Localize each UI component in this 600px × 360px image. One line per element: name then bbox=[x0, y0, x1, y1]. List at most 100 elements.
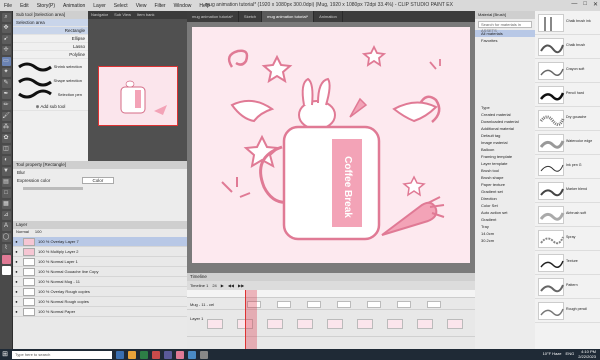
material-control[interactable]: Auto action set bbox=[475, 209, 535, 216]
eraser-tool-icon[interactable]: ◫ bbox=[1, 145, 11, 154]
minimize-button[interactable]: — bbox=[571, 1, 577, 8]
frame-thumb[interactable] bbox=[207, 319, 223, 329]
timeline-track-row[interactable]: Layer 1 bbox=[187, 313, 475, 337]
weather-text[interactable]: 10°F Haze bbox=[543, 352, 562, 357]
task-view-icon[interactable] bbox=[116, 350, 124, 359]
material-filter-row[interactable]: Brush shape bbox=[475, 174, 535, 181]
material-list-item[interactable]: Pencil hard bbox=[535, 83, 600, 107]
frame-thumb[interactable] bbox=[447, 319, 463, 329]
eye-icon[interactable]: ● bbox=[13, 269, 20, 274]
material-list-item[interactable]: Rough pencil bbox=[535, 299, 600, 323]
frame-tool-icon[interactable]: ▦ bbox=[1, 200, 11, 209]
layer-blend-row[interactable]: Normal 100 bbox=[13, 229, 187, 237]
canvas-tab[interactable]: Animation bbox=[314, 11, 343, 22]
material-list-item[interactable]: Marker blend bbox=[535, 179, 600, 203]
timeline-ruler[interactable] bbox=[187, 290, 475, 298]
timeline-playhead[interactable] bbox=[245, 290, 257, 349]
menu-window[interactable]: Window bbox=[170, 3, 196, 9]
timeline-cell[interactable] bbox=[307, 301, 321, 308]
material-control[interactable]: 14.0cm bbox=[475, 230, 535, 237]
fill-tool-icon[interactable]: ▼ bbox=[1, 167, 11, 176]
expression-select[interactable]: Color bbox=[81, 177, 115, 184]
toolprop-slider-row[interactable] bbox=[13, 185, 187, 193]
material-list-item[interactable]: Airbrush soft bbox=[535, 203, 600, 227]
eye-icon[interactable]: ● bbox=[13, 279, 20, 284]
frame-thumb[interactable] bbox=[267, 319, 283, 329]
layer-row[interactable]: ● 100 % Overlay Rough copies bbox=[13, 287, 187, 297]
app-icon[interactable] bbox=[188, 350, 196, 359]
auto-select-icon[interactable]: ✦ bbox=[1, 68, 11, 77]
frame-rate[interactable]: 24 bbox=[212, 283, 216, 288]
main-color-swatch[interactable] bbox=[1, 255, 11, 264]
timeline-name[interactable]: Timeline 1 bbox=[190, 283, 208, 288]
material-control[interactable]: 30.2cm bbox=[475, 237, 535, 244]
subtool-item-shape-selection[interactable]: Shape selection bbox=[17, 75, 84, 87]
expression-color-row[interactable]: Expression color Color bbox=[13, 177, 187, 185]
subtool-item-selection-pen[interactable]: Selection pen bbox=[17, 89, 84, 101]
selection-tool-icon[interactable]: ▭ bbox=[1, 57, 11, 66]
menu-edit[interactable]: Edit bbox=[16, 3, 33, 9]
material-item[interactable]: All materials bbox=[475, 30, 535, 37]
close-button[interactable]: ✕ bbox=[593, 1, 598, 8]
frame-thumb[interactable] bbox=[417, 319, 433, 329]
brush-tool-icon[interactable]: 🖌 bbox=[1, 112, 11, 121]
subtool-item-shrink-selection[interactable]: Shrink selection bbox=[17, 61, 84, 73]
frame-thumb[interactable] bbox=[357, 319, 373, 329]
material-control[interactable]: Gradient bbox=[475, 216, 535, 223]
frame-thumb[interactable] bbox=[387, 319, 403, 329]
frame-thumb[interactable] bbox=[297, 319, 313, 329]
play-icon[interactable]: ▶ bbox=[221, 283, 224, 288]
canvas-tab[interactable]: Sketch bbox=[239, 11, 263, 22]
layer-row[interactable]: ● 100 % Overlay Layer 7 bbox=[13, 237, 187, 247]
sub-color-swatch[interactable] bbox=[1, 266, 11, 275]
eye-icon[interactable]: ● bbox=[13, 259, 20, 264]
material-control[interactable]: Direction bbox=[475, 195, 535, 202]
eye-icon[interactable]: ● bbox=[13, 289, 20, 294]
material-list-item[interactable]: Pattern bbox=[535, 275, 600, 299]
material-list-item[interactable]: Chalk brush bbox=[535, 35, 600, 59]
subtool-item-polyline[interactable]: Polyline bbox=[13, 51, 88, 59]
layer-row[interactable]: ● 100 % Normal Rough copies bbox=[13, 297, 187, 307]
layer-row[interactable]: ● 100 % Normal Paper bbox=[13, 307, 187, 317]
prev-frame-icon[interactable]: ◀◀ bbox=[228, 283, 234, 288]
maximize-button[interactable]: □ bbox=[583, 1, 587, 8]
menu-view[interactable]: View bbox=[132, 3, 151, 9]
decoration-tool-icon[interactable]: ✿ bbox=[1, 134, 11, 143]
airbrush-tool-icon[interactable]: ⁂ bbox=[1, 123, 11, 132]
subtool-item-lasso[interactable]: Lasso bbox=[13, 43, 88, 51]
layer-row[interactable]: ● 100 % Normal Mug - 11 bbox=[13, 277, 187, 287]
balloon-tool-icon[interactable]: ◯ bbox=[1, 233, 11, 242]
material-filter-row[interactable]: Downloaded material bbox=[475, 118, 535, 125]
move-layer-icon[interactable]: ✢ bbox=[1, 46, 11, 55]
file-explorer-icon[interactable] bbox=[128, 350, 136, 359]
material-filter-row[interactable]: Brush tool bbox=[475, 167, 535, 174]
material-item[interactable]: Favorites bbox=[475, 37, 535, 44]
menu-select[interactable]: Select bbox=[110, 3, 132, 9]
eye-icon[interactable]: ● bbox=[13, 309, 20, 314]
menu-layer[interactable]: Layer bbox=[89, 3, 110, 9]
material-filter-row[interactable]: Layer template bbox=[475, 160, 535, 167]
correct-line-icon[interactable]: ⌇ bbox=[1, 244, 11, 253]
blend-mode-select[interactable]: Normal bbox=[16, 229, 29, 237]
material-search-input[interactable]: Search for materials in ASSETS bbox=[478, 21, 532, 33]
material-control[interactable]: Color Set bbox=[475, 202, 535, 209]
menu-file[interactable]: File bbox=[0, 3, 16, 9]
taskbar-search-input[interactable]: Type here to search bbox=[12, 350, 112, 359]
material-filter-row[interactable]: Additional material bbox=[475, 125, 535, 132]
opacity-slider[interactable] bbox=[23, 187, 83, 191]
material-list-item[interactable]: Crayon soft bbox=[535, 59, 600, 83]
material-list-item[interactable]: Ink pen G bbox=[535, 155, 600, 179]
eyedropper-icon[interactable]: ✎ bbox=[1, 79, 11, 88]
subtool-item-rectangle[interactable]: Rectangle bbox=[13, 27, 88, 35]
menu-filter[interactable]: Filter bbox=[150, 3, 169, 9]
layer-row[interactable]: ● 100 % Normal Layer 1 bbox=[13, 257, 187, 267]
app-icon[interactable] bbox=[200, 350, 208, 359]
material-filter-row[interactable]: Framing template bbox=[475, 153, 535, 160]
pen-tool-icon[interactable]: ✒ bbox=[1, 90, 11, 99]
material-filter-row[interactable]: Gradient set bbox=[475, 188, 535, 195]
blend-tool-icon[interactable]: ◐ bbox=[1, 156, 11, 165]
layer-row[interactable]: ● 100 % Multiply Layer 2 bbox=[13, 247, 187, 257]
ruler-tool-icon[interactable]: ⊿ bbox=[1, 211, 11, 220]
clip-studio-icon[interactable] bbox=[176, 350, 184, 359]
material-filter-row[interactable]: Image material bbox=[475, 139, 535, 146]
